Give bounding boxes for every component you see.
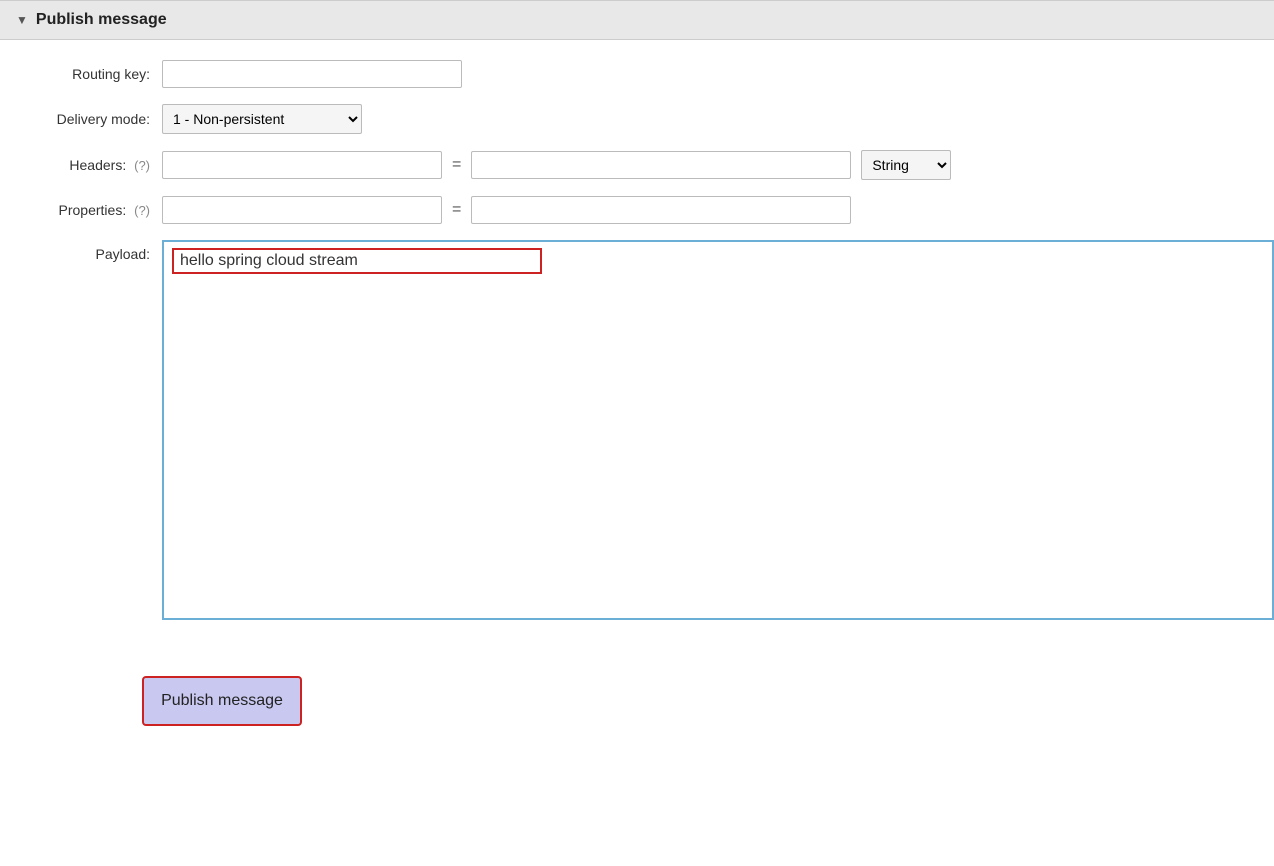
payload-highlighted-text: hello spring cloud stream [172, 248, 542, 274]
delivery-mode-label: Delivery mode: [20, 111, 150, 127]
routing-key-input[interactable] [162, 60, 462, 88]
delivery-mode-select[interactable]: 1 - Non-persistent 2 - Persistent [162, 104, 362, 134]
properties-equals: = [452, 201, 461, 219]
properties-key-input[interactable] [162, 196, 442, 224]
routing-key-row: Routing key: [0, 60, 1274, 88]
headers-label: Headers: (?) [20, 157, 150, 173]
routing-key-label: Routing key: [20, 66, 150, 82]
payload-row: Payload: hello spring cloud stream [0, 240, 1274, 620]
payload-container: hello spring cloud stream [162, 240, 1274, 620]
payload-label: Payload: [20, 246, 150, 262]
form-area: Routing key: Delivery mode: 1 - Non-pers… [0, 40, 1274, 656]
properties-value-input[interactable] [471, 196, 851, 224]
headers-key-input[interactable] [162, 151, 442, 179]
properties-label: Properties: (?) [20, 202, 150, 218]
properties-hint: (?) [134, 203, 150, 218]
section-header: ▼ Publish message [0, 0, 1274, 40]
publish-message-button[interactable]: Publish message [142, 676, 302, 726]
headers-type-select[interactable]: String Integer Boolean List Map [861, 150, 951, 180]
chevron-down-icon: ▼ [16, 13, 28, 27]
headers-row: Headers: (?) = String Integer Boolean Li… [0, 150, 1274, 180]
delivery-mode-row: Delivery mode: 1 - Non-persistent 2 - Pe… [0, 104, 1274, 134]
page-container: ▼ Publish message Routing key: Delivery … [0, 0, 1274, 866]
section-title: Publish message [36, 11, 167, 29]
headers-hint: (?) [134, 158, 150, 173]
headers-equals: = [452, 156, 461, 174]
headers-value-input[interactable] [471, 151, 851, 179]
properties-row: Properties: (?) = [0, 196, 1274, 224]
